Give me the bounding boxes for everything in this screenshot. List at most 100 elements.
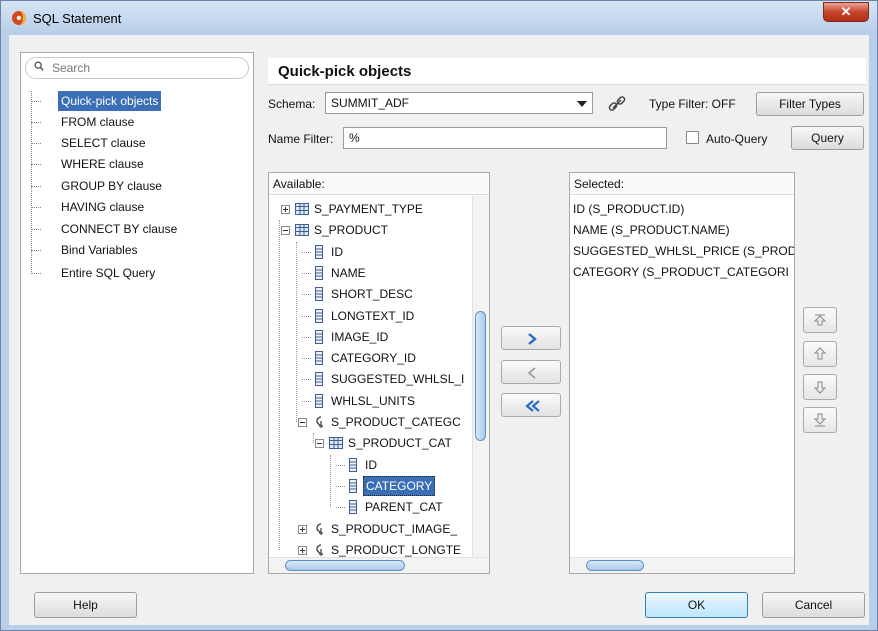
section-title: Quick-pick objects (278, 63, 412, 80)
title-bar[interactable]: SQL Statement ✕ (1, 1, 877, 35)
nav-item-bind-variables[interactable]: Bind Variables (58, 240, 141, 260)
column-icon (312, 308, 326, 323)
move-up-button[interactable] (803, 341, 837, 367)
selected-panel: Selected: ID (S_PRODUCT.ID) NAME (S_PRODU… (569, 172, 795, 574)
foreign-key-icon (312, 543, 326, 557)
collapse-icon[interactable] (315, 439, 324, 449)
tree-line (302, 315, 311, 317)
schema-select[interactable]: SUMMIT_ADF (325, 92, 593, 114)
collapse-icon[interactable] (298, 418, 307, 427)
remove-button[interactable] (501, 360, 561, 384)
column-icon (346, 500, 360, 515)
tree-line (279, 220, 280, 550)
query-button[interactable]: Query (791, 126, 864, 150)
move-bottom-icon (813, 413, 827, 427)
nav-tree-line (31, 250, 41, 251)
schema-value: SUMMIT_ADF (331, 96, 409, 110)
cancel-button[interactable]: Cancel (762, 592, 865, 618)
add-button[interactable] (501, 326, 561, 350)
column-icon (312, 351, 326, 366)
arrow-down-icon (813, 381, 827, 394)
link-icon[interactable] (606, 93, 628, 115)
tree-node-label: SHORT_DESC (331, 287, 413, 302)
auto-query-checkbox[interactable] (686, 131, 699, 144)
ok-button[interactable]: OK (645, 592, 748, 618)
tree-node-label: ID (365, 457, 377, 472)
column-icon (312, 265, 326, 280)
nav-tree-line (31, 101, 41, 102)
available-horizontal-scrollbar[interactable] (269, 557, 489, 573)
auto-query-label[interactable]: Auto-Query (706, 132, 767, 146)
navigation-panel: Search Quick-pick objects FROM clause SE… (20, 52, 254, 574)
tree-node-label: SUGGESTED_WHLSL_I (331, 372, 465, 387)
nav-tree-line (31, 229, 41, 230)
expand-icon[interactable] (281, 205, 290, 214)
nav-item-select-clause[interactable]: SELECT clause (58, 133, 149, 153)
remove-all-button[interactable] (501, 393, 561, 417)
table-icon (295, 202, 309, 216)
column-icon (312, 287, 326, 302)
tree-node-label: S_PRODUCT_CAT (348, 436, 452, 451)
move-to-bottom-button[interactable] (803, 407, 837, 433)
search-placeholder: Search (52, 61, 91, 75)
arrow-up-icon (813, 347, 827, 360)
selected-item[interactable]: NAME (S_PRODUCT.NAME) (573, 220, 730, 240)
selected-item[interactable]: CATEGORY (S_PRODUCT_CATEGORI (573, 262, 789, 282)
tree-node-label: LONGTEXT_ID (331, 308, 415, 323)
close-button[interactable]: ✕ (823, 2, 869, 22)
schema-label: Schema: (268, 97, 316, 111)
scroll-thumb[interactable] (285, 560, 405, 571)
tree-line (296, 241, 297, 422)
scroll-thumb[interactable] (475, 311, 486, 441)
column-icon (346, 457, 360, 472)
name-filter-input[interactable]: % (343, 127, 667, 149)
expand-icon[interactable] (298, 524, 307, 534)
table-icon (329, 436, 343, 450)
nav-item-entire-sql-query[interactable]: Entire SQL Query (58, 263, 158, 283)
selected-horizontal-scrollbar[interactable] (570, 557, 794, 573)
nav-tree-line (31, 186, 41, 187)
nav-tree-line (31, 143, 41, 144)
expand-icon[interactable] (298, 545, 307, 555)
section-header: Quick-pick objects (268, 58, 866, 85)
foreign-key-icon (312, 522, 326, 536)
nav-item-connect-by-clause[interactable]: CONNECT BY clause (58, 219, 180, 239)
selected-item[interactable]: ID (S_PRODUCT.ID) (573, 199, 684, 219)
tree-line (336, 507, 345, 509)
search-input[interactable]: Search (25, 57, 249, 79)
column-icon (312, 329, 326, 344)
close-icon: ✕ (840, 4, 852, 19)
move-top-icon (813, 314, 827, 326)
tree-line (302, 294, 311, 296)
scroll-thumb[interactable] (586, 560, 644, 571)
tree-node-label: NAME (331, 265, 366, 280)
tree-line (313, 433, 314, 444)
selected-item[interactable]: SUGGESTED_WHLSL_PRICE (S_PROD (573, 241, 794, 261)
move-to-top-button[interactable] (803, 307, 837, 333)
nav-item-from-clause[interactable]: FROM clause (58, 112, 137, 132)
nav-item-group-by-clause[interactable]: GROUP BY clause (58, 176, 165, 196)
move-down-button[interactable] (803, 374, 837, 400)
available-label: Available: (269, 173, 489, 195)
nav-item-where-clause[interactable]: WHERE clause (58, 154, 147, 174)
nav-item-quick-pick-objects[interactable]: Quick-pick objects (58, 91, 162, 111)
help-button[interactable]: Help (34, 592, 137, 618)
oracle-logo-icon (12, 11, 26, 25)
filter-types-button[interactable]: Filter Types (756, 92, 864, 116)
tree-node-label: S_PRODUCT_LONGTE (331, 542, 462, 557)
tree-node-label: CATEGORY (363, 475, 436, 496)
chevron-down-icon (577, 101, 587, 107)
column-icon (346, 478, 360, 493)
available-vertical-scrollbar[interactable] (472, 196, 489, 557)
arrow-left-icon (527, 367, 536, 379)
tree-node-label: S_PAYMENT_TYPE (314, 202, 423, 216)
tree-line (302, 400, 311, 402)
available-panel: Available: S_PAYMENT_TYPE S_PRODUCT ID NAME… (268, 172, 490, 574)
available-tree[interactable]: S_PAYMENT_TYPE S_PRODUCT ID NAME SHORT_DESC L… (269, 196, 472, 557)
selected-list[interactable]: ID (S_PRODUCT.ID) NAME (S_PRODUCT.NAME) SU… (570, 196, 794, 557)
name-filter-label: Name Filter: (268, 132, 334, 146)
nav-item-having-clause[interactable]: HAVING clause (58, 197, 147, 217)
tree-node-label: S_PRODUCT (314, 223, 389, 238)
nav-tree-line (31, 273, 41, 274)
collapse-icon[interactable] (281, 226, 290, 236)
